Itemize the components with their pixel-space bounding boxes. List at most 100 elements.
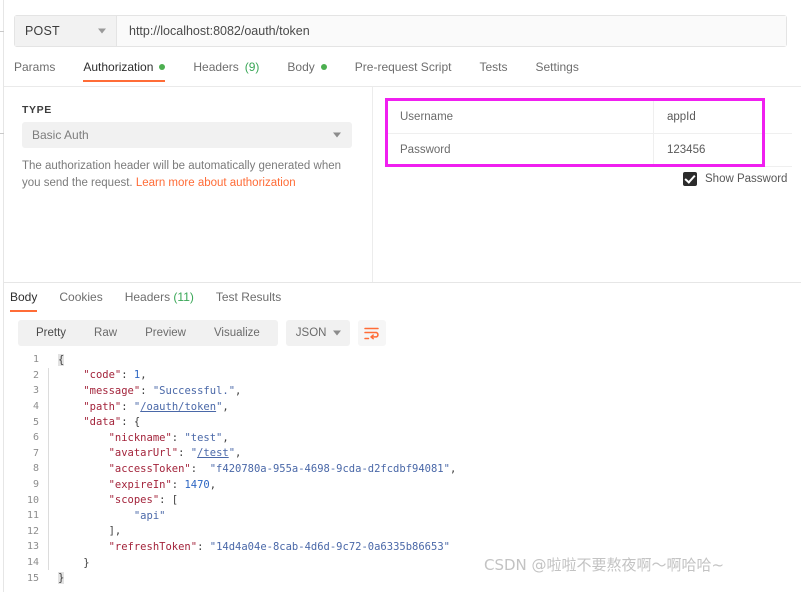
- response-tabs: Body Cookies Headers (11) Test Results: [10, 290, 303, 312]
- code-token: ,: [235, 384, 242, 397]
- fold-guide: [48, 414, 58, 430]
- line-number: 2: [32, 369, 39, 381]
- code-token: "message": [83, 384, 141, 397]
- url-bar: POST http://localhost:8082/oauth/token: [14, 15, 787, 47]
- url-text: http://localhost:8082/oauth/token: [129, 24, 310, 38]
- code-text: "message": "Successful.",: [58, 385, 241, 397]
- auth-help-text: The authorization header will be automat…: [22, 158, 358, 192]
- code-line: 9 "expireIn": 1470,: [4, 476, 801, 493]
- chevron-down-icon: [333, 132, 341, 138]
- request-tab-settings[interactable]: Settings: [536, 60, 595, 82]
- credential-row-pad: [764, 134, 792, 166]
- language-select[interactable]: JSON: [285, 320, 350, 346]
- auth-type-value: Basic Auth: [32, 128, 89, 142]
- code-token: "api": [133, 509, 166, 522]
- request-tab-pre-request-script[interactable]: Pre-request Script: [355, 60, 468, 82]
- fold-guide: [48, 476, 58, 493]
- line-number: 7: [32, 447, 39, 459]
- response-tab-label: Body: [10, 290, 38, 304]
- response-tab-label: Test Results: [215, 290, 282, 304]
- http-method-label: POST: [25, 24, 60, 38]
- fold-guide: [48, 461, 58, 477]
- credential-value-text: 123456: [667, 144, 706, 156]
- show-password-toggle[interactable]: Show Password: [683, 172, 787, 186]
- fold-guide: [48, 367, 58, 384]
- auth-type-select[interactable]: Basic Auth: [22, 122, 352, 148]
- response-tab-test-results[interactable]: Test Results: [216, 290, 281, 312]
- code-token: }: [58, 572, 65, 585]
- code-token: "scopes": [108, 494, 160, 507]
- response-tab-count: (11): [170, 290, 194, 304]
- credential-key-label: Password: [400, 144, 451, 156]
- credential-value-password[interactable]: 123456: [654, 134, 764, 166]
- request-tabs: Params Authorization Headers (9) Body Pre-req…: [14, 60, 607, 86]
- word-wrap-icon: [364, 327, 380, 339]
- credential-key-password[interactable]: Password: [387, 134, 654, 166]
- format-preview[interactable]: Preview: [131, 320, 200, 346]
- code-text: "code": 1,: [58, 369, 146, 382]
- credential-value-text: appId: [667, 111, 696, 123]
- code-token: }: [83, 556, 90, 569]
- format-visualize[interactable]: Visualize: [200, 320, 274, 346]
- request-tab-body[interactable]: Body: [287, 60, 342, 82]
- response-tab-label: Cookies: [59, 290, 103, 304]
- credential-key-username[interactable]: Username: [387, 101, 654, 133]
- fold-guide: [48, 352, 58, 368]
- code-text: "accessToken": "f420780a-955a-4698-9cda-…: [58, 462, 457, 475]
- request-tab-tests[interactable]: Tests: [479, 60, 523, 82]
- code-line: 3 "message": "Successful.",: [4, 383, 801, 399]
- format-pretty[interactable]: Pretty: [22, 320, 80, 346]
- fold-guide: [48, 492, 58, 508]
- code-line: 8 "accessToken": "f420780a-955a-4698-9cd…: [4, 461, 801, 477]
- code-token: :: [171, 478, 185, 491]
- word-wrap-button[interactable]: [357, 320, 386, 346]
- code-line: 4 "path": "/oauth/token",: [4, 398, 801, 415]
- fold-guide: [48, 429, 58, 446]
- credential-value-username[interactable]: appId: [654, 101, 764, 133]
- language-value: JSON: [295, 327, 327, 339]
- line-number: 5: [32, 416, 39, 428]
- learn-more-link[interactable]: Learn more about authorization: [136, 177, 296, 189]
- checkbox-checked-icon[interactable]: [683, 172, 697, 186]
- fold-guide: [48, 398, 58, 415]
- request-tab-authorization[interactable]: Authorization: [83, 60, 181, 82]
- request-tab-label: Settings: [535, 60, 579, 74]
- response-tab-headers[interactable]: Headers (11): [125, 290, 194, 312]
- url-input[interactable]: http://localhost:8082/oauth/token: [117, 16, 786, 46]
- format-raw[interactable]: Raw: [80, 320, 131, 346]
- code-token: "avatarUrl": [108, 447, 179, 460]
- code-token: /oauth/token: [140, 400, 217, 413]
- code-text: {: [58, 353, 65, 366]
- response-tab-cookies[interactable]: Cookies: [59, 290, 102, 312]
- code-text: }: [58, 572, 65, 585]
- line-number: 14: [26, 557, 39, 569]
- request-tab-headers[interactable]: Headers (9): [193, 60, 275, 82]
- code-token: "f420780a-955a-4698-9cda-d2fcdbf94081": [209, 462, 450, 475]
- code-line: 1{: [4, 352, 801, 368]
- credential-row-pad: [764, 101, 792, 133]
- credential-row: Username appId: [387, 101, 792, 134]
- response-format-toolbar: Pretty Raw Preview Visualize JSON: [18, 320, 386, 346]
- fold-guide: [48, 445, 58, 462]
- response-tab-label: Headers: [124, 290, 171, 304]
- chevron-down-icon: [98, 28, 106, 34]
- line-number: 8: [32, 463, 39, 475]
- line-number: 13: [26, 541, 39, 553]
- code-token: 1470: [184, 478, 210, 491]
- code-token: :: [171, 431, 185, 444]
- credential-table: Username appId Password 123456: [387, 101, 792, 167]
- code-token: "path": [83, 400, 122, 413]
- line-number: 6: [32, 432, 39, 444]
- http-method-select[interactable]: POST: [15, 16, 117, 46]
- modified-indicator-icon: [320, 64, 327, 70]
- fold-guide: [48, 539, 58, 555]
- request-tab-count: (9): [244, 60, 260, 74]
- code-token: :: [121, 369, 134, 382]
- request-tab-params[interactable]: Params: [14, 60, 71, 82]
- request-tab-label: Authorization: [83, 60, 154, 74]
- code-token: "nickname": [108, 431, 172, 444]
- code-text: "expireIn": 1470,: [58, 478, 217, 491]
- code-token: "expireIn": [108, 478, 172, 491]
- request-tab-label: Body: [287, 60, 315, 74]
- response-tab-body[interactable]: Body: [10, 290, 38, 312]
